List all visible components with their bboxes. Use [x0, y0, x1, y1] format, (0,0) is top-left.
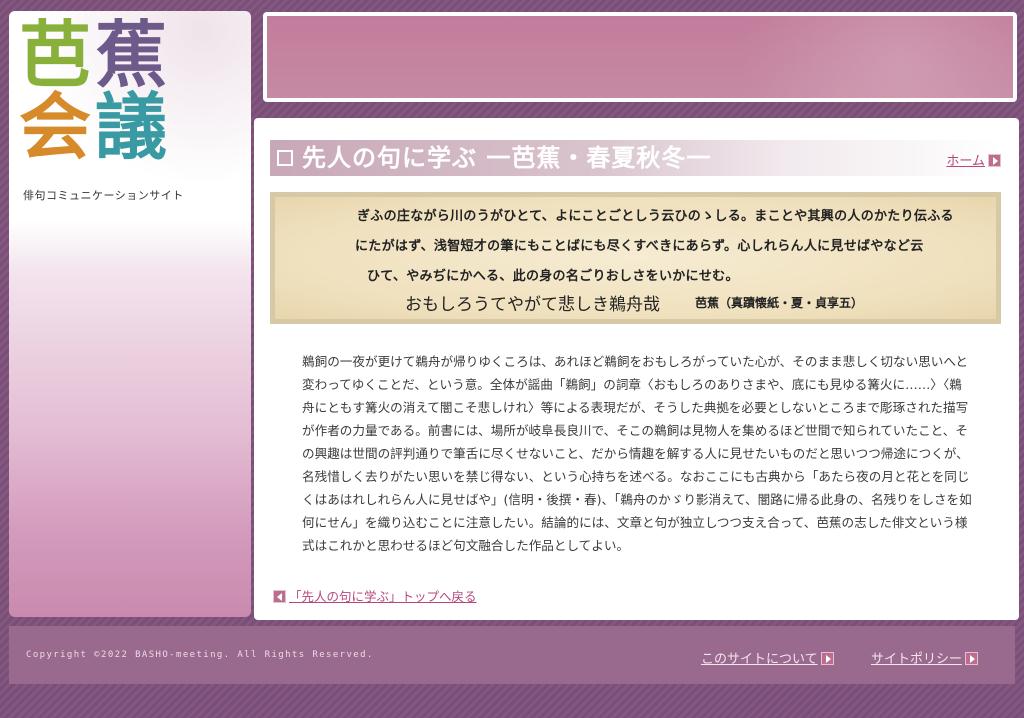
haiku-source: 芭蕉（真蹟懐紙・夏・貞享五）: [695, 296, 864, 310]
haiku-box: ぎふの庄ながら川のうがひとて、よにことごとしう云ひのゝしる。まことや其興の人のか…: [270, 192, 1001, 324]
main-content: 先人の句に学ぶ 一芭蕉・春夏秋冬一 ホーム ぎふの庄ながら川のうがひとて、よにこ…: [254, 118, 1019, 620]
arrow-right-icon: [820, 652, 834, 665]
haiku-verse: おもしろうてやがて悲しき鵜舟哉: [405, 295, 660, 315]
back-to-top-link[interactable]: 「先人の句に学ぶ」トップへ戻る: [273, 586, 477, 605]
logo-panel: 芭 蕉 会 議 俳句コミュニケーションサイト: [9, 11, 251, 617]
logo-char-4: 議: [95, 84, 168, 169]
site-logo[interactable]: 芭 蕉 会 議: [19, 19, 179, 189]
arrow-right-icon: [965, 652, 979, 665]
footer: Copyright ©2022 BASHO-meeting. All Right…: [9, 626, 1015, 684]
commentary-text: 鵜飼の一夜が更けて鵜舟が帰りゆくころは、あれほど鵜飼をおもしろがっていた心が、そ…: [302, 354, 972, 553]
about-site-label: このサイトについて: [701, 652, 818, 667]
logo-char-3: 会: [19, 84, 92, 169]
logo-char-1: 芭: [19, 12, 92, 97]
back-link-label: 「先人の句に学ぶ」トップへ戻る: [289, 589, 477, 604]
banner-image: [267, 16, 1013, 98]
about-site-link[interactable]: このサイトについて: [701, 648, 834, 667]
logo-subtitle: 俳句コミュニケーションサイト: [23, 189, 184, 202]
haiku-paper: ぎふの庄ながら川のうがひとて、よにことごとしう云ひのゝしる。まことや其興の人のか…: [275, 197, 996, 319]
site-policy-label: サイトポリシー: [871, 652, 963, 667]
home-link-label: ホーム: [946, 154, 985, 169]
top-banner: [263, 12, 1017, 102]
site-policy-link[interactable]: サイトポリシー: [871, 648, 979, 667]
copyright: Copyright ©2022 BASHO-meeting. All Right…: [26, 650, 374, 660]
page-title: 先人の句に学ぶ 一芭蕉・春夏秋冬一: [302, 143, 712, 172]
haiku-preface-line: ひて、やみぢにかへる、此の身の名ごりおしさをいかにせむ。: [367, 269, 739, 284]
arrow-left-icon: [273, 590, 286, 603]
logo-char-2: 蕉: [95, 12, 168, 97]
haiku-preface-line: ぎふの庄ながら川のうがひとて、よにことごとしう云ひのゝしる。まことや其興の人のか…: [357, 209, 954, 224]
title-square-icon: [277, 150, 293, 166]
haiku-preface-line: にたがはず、浅智短才の筆にもことばにも尽くすべきにあらず。心しれらん人に見せばや…: [355, 239, 924, 254]
title-bar: 先人の句に学ぶ 一芭蕉・春夏秋冬一: [270, 140, 1001, 176]
home-link[interactable]: ホーム: [946, 150, 1001, 169]
arrow-right-icon: [988, 154, 1001, 167]
